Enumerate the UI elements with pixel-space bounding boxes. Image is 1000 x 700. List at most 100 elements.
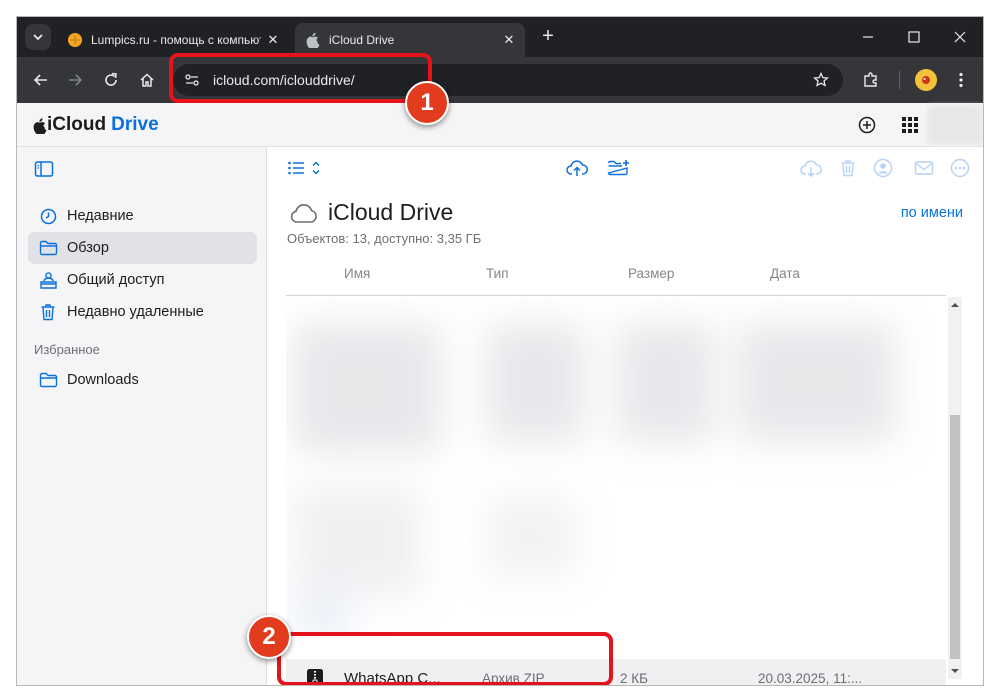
- scrollbar-thumb[interactable]: [950, 415, 960, 659]
- trash-icon: [38, 302, 58, 322]
- email-button[interactable]: [913, 156, 935, 180]
- browser-menu-button[interactable]: [949, 68, 973, 92]
- more-actions-button[interactable]: [949, 156, 971, 180]
- toolbar-divider: [899, 71, 900, 89]
- arrow-right-icon: [69, 74, 83, 86]
- person-share-icon: [873, 158, 893, 178]
- home-icon: [140, 73, 154, 87]
- sidebar-item-label: Общий доступ: [67, 272, 165, 288]
- browser-toolbar: icloud.com/iclouddrive/: [17, 57, 983, 103]
- forward-button[interactable]: [63, 68, 87, 92]
- bookmark-star-icon[interactable]: [809, 68, 833, 92]
- icloud-drive-logo[interactable]: iCloud Drive: [33, 114, 159, 136]
- tab-lumpics[interactable]: Lumpics.ru - помощь с компьютером ✕: [59, 23, 289, 57]
- tab-close-button[interactable]: ✕: [497, 32, 521, 48]
- apple-icon: [305, 32, 321, 48]
- folder-icon: [38, 370, 58, 390]
- storage-summary: Объектов: 13, доступно: 3,35 ГБ: [287, 231, 482, 246]
- kebab-menu-icon: [959, 72, 963, 88]
- chevron-down-icon: [33, 34, 43, 41]
- minimize-icon: [863, 36, 873, 38]
- scroll-up-icon: [951, 303, 959, 307]
- create-button[interactable]: [856, 114, 878, 136]
- home-button[interactable]: [135, 68, 159, 92]
- column-header-date[interactable]: Дата: [770, 266, 800, 281]
- favorites-heading: Избранное: [34, 342, 100, 357]
- browser-window: Lumpics.ru - помощь с компьютером ✕ iClo…: [16, 16, 984, 686]
- sidebar-item-downloads[interactable]: Downloads: [28, 364, 257, 396]
- sidebar-item-label: Downloads: [67, 372, 139, 388]
- reload-icon: [105, 72, 117, 86]
- column-header-type[interactable]: Тип: [486, 266, 509, 281]
- account-avatar[interactable]: [927, 105, 983, 145]
- new-tab-button[interactable]: +: [537, 25, 559, 47]
- cloud-icon: [290, 204, 317, 223]
- step-badge-2: 2: [247, 615, 291, 659]
- file-date: 20.03.2025, 11:...: [758, 671, 863, 686]
- profile-avatar-icon[interactable]: [915, 69, 937, 91]
- sidebar: Недавние Обзор Общий доступ Недавно удал…: [17, 147, 267, 685]
- download-button[interactable]: [800, 156, 822, 180]
- header-divider: [286, 295, 946, 296]
- main-content: iCloud Drive по имени Объектов: 13, дост…: [268, 147, 983, 686]
- sidebar-item-recently-deleted[interactable]: Недавно удаленные: [28, 296, 257, 328]
- back-button[interactable]: [29, 68, 53, 92]
- close-icon: [954, 31, 966, 43]
- cloud-upload-icon: [566, 160, 588, 176]
- upload-button[interactable]: [565, 156, 589, 180]
- sidebar-item-browse[interactable]: Обзор: [28, 232, 257, 264]
- delete-button[interactable]: [837, 156, 859, 180]
- app-launcher-button[interactable]: [899, 114, 921, 136]
- apple-logo-icon: [33, 117, 47, 134]
- maximize-button[interactable]: [891, 17, 937, 57]
- vertical-scrollbar[interactable]: [948, 297, 962, 679]
- icloud-header: iCloud Drive: [17, 103, 983, 147]
- reload-button[interactable]: [99, 68, 123, 92]
- tab-title: iCloud Drive: [329, 33, 395, 47]
- shared-folder-icon: [38, 270, 58, 290]
- tab-search-button[interactable]: [25, 24, 51, 50]
- clock-icon: [38, 206, 58, 226]
- tab-title: Lumpics.ru - помощь с компьютером: [91, 33, 261, 47]
- share-button[interactable]: [872, 156, 894, 180]
- sidebar-item-shared[interactable]: Общий доступ: [28, 264, 257, 296]
- page-title: iCloud Drive: [328, 199, 454, 225]
- extensions-button[interactable]: [859, 68, 883, 92]
- brand-name: iCloud: [47, 114, 107, 135]
- file-row-highlight: [277, 632, 613, 685]
- product-name: Drive: [111, 114, 159, 135]
- close-window-button[interactable]: [937, 17, 983, 57]
- blurred-file-list: [286, 297, 946, 637]
- folder-plus-icon: [607, 160, 629, 176]
- trash-icon: [841, 160, 855, 177]
- tab-bar: Lumpics.ru - помощь с компьютером ✕ iClo…: [17, 17, 983, 57]
- plus-circle-icon: [858, 116, 876, 134]
- minimize-button[interactable]: [845, 17, 891, 57]
- sidebar-item-label: Недавние: [67, 208, 134, 224]
- sidebar-item-label: Недавно удаленные: [67, 304, 204, 320]
- new-folder-button[interactable]: [606, 156, 632, 180]
- folder-icon: [38, 238, 58, 258]
- lumpics-favicon: [67, 32, 83, 48]
- column-header-name[interactable]: Имя: [344, 266, 370, 281]
- sidebar-item-label: Обзор: [67, 240, 109, 256]
- tab-close-button[interactable]: ✕: [261, 32, 285, 48]
- view-options-button[interactable]: [287, 156, 323, 180]
- ellipsis-circle-icon: [950, 158, 970, 178]
- file-size: 2 КБ: [620, 671, 648, 686]
- envelope-icon: [914, 161, 934, 175]
- sort-by-name-link[interactable]: по имени: [901, 205, 963, 221]
- list-view-icon: [288, 161, 320, 175]
- address-bar-highlight: [169, 53, 432, 103]
- sidebar-item-recents[interactable]: Недавние: [28, 200, 257, 232]
- maximize-icon: [908, 31, 920, 43]
- column-header-size[interactable]: Размер: [628, 266, 674, 281]
- arrow-left-icon: [33, 74, 47, 86]
- grid-icon: [902, 117, 918, 133]
- scroll-down-icon: [951, 669, 959, 673]
- puzzle-icon: [864, 72, 877, 87]
- step-badge-1: 1: [405, 81, 449, 125]
- cloud-download-icon: [800, 160, 822, 177]
- sidebar-toggle-icon[interactable]: [34, 160, 54, 178]
- tab-icloud-drive[interactable]: iCloud Drive ✕: [295, 23, 525, 57]
